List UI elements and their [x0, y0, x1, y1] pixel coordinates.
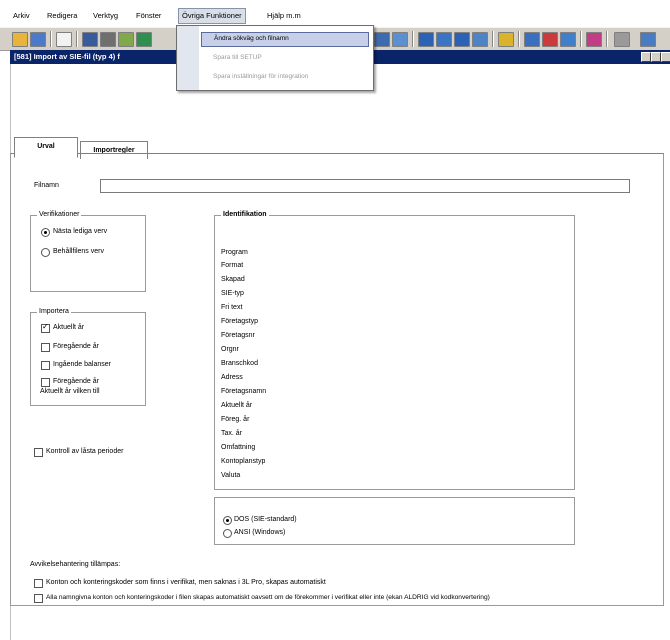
- id-field-foreg-ar: Föreg. år: [221, 416, 250, 423]
- check-aktuellt-ar-label: Aktuellt år: [53, 324, 85, 331]
- menu-ovriga-funktioner[interactable]: Övriga Funktioner: [178, 8, 246, 24]
- menu-arkiv[interactable]: Arkiv: [10, 9, 33, 23]
- id-field-branschkod: Branschkod: [221, 360, 258, 367]
- menu-fonster[interactable]: Fönster: [133, 9, 164, 23]
- filename-label: Filnamn: [34, 182, 59, 189]
- close-icon[interactable]: [661, 52, 670, 62]
- check-avvikelse-2-label: Alla namngivna konton och konteringskode…: [46, 594, 490, 601]
- id-field-skapad: Skapad: [221, 276, 245, 283]
- id-field-sie-typ: SIE-typ: [221, 290, 244, 297]
- importera-group: Importera Aktuellt år Föregående år Ingå…: [30, 308, 146, 406]
- check-foregaende-ar-label: Föregående år: [53, 343, 99, 350]
- radio-dos-label: DOS (SIE-standard): [234, 516, 297, 523]
- check-foregaende-ar[interactable]: [41, 343, 50, 352]
- verifikationer-title: Verifikationer: [37, 211, 82, 218]
- window-icon[interactable]: [30, 32, 46, 47]
- new-document-icon[interactable]: [56, 32, 72, 47]
- lightbulb-icon[interactable]: [498, 32, 514, 47]
- check-avvikelse-1[interactable]: [34, 579, 43, 588]
- tab-urval[interactable]: Urval: [14, 137, 78, 158]
- check-ingaende-balanser-label: Ingående balanser: [53, 361, 111, 368]
- check-foregaende-ar-2[interactable]: [41, 378, 50, 387]
- layout-icon[interactable]: [418, 32, 434, 47]
- maximize-icon[interactable]: [651, 52, 661, 62]
- id-field-format: Format: [221, 262, 244, 269]
- columns-icon[interactable]: [454, 32, 470, 47]
- id-field-fri-text: Fri text: [221, 304, 243, 311]
- check-kontroll-lasta-label: Kontroll av låsta perioder: [46, 448, 124, 455]
- check-foregaende-ar-2-sublabel: Aktuellt år vilken till: [40, 388, 100, 395]
- chart-icon[interactable]: [560, 32, 576, 47]
- id-field-foretagsnr: Företagsnr: [221, 332, 255, 339]
- menu-item-spara-integration[interactable]: Spara inställningar för integration: [213, 73, 308, 80]
- check-kontroll-lasta[interactable]: [34, 448, 43, 457]
- mail-icon[interactable]: [542, 32, 558, 47]
- id-field-adress: Adress: [221, 374, 243, 381]
- radio-nasta-lediga-label: Nästa lediga verv: [53, 228, 108, 235]
- check-ingaende-balanser[interactable]: [41, 361, 50, 370]
- help-icon[interactable]: [614, 32, 630, 47]
- radio-behall-filens[interactable]: [41, 248, 50, 257]
- grid-icon[interactable]: [374, 32, 390, 47]
- menu-item-spara-setup[interactable]: Spara till SETUP: [213, 54, 262, 61]
- radio-ansi[interactable]: [223, 529, 232, 538]
- tools-icon[interactable]: [586, 32, 602, 47]
- menu-redigera[interactable]: Redigera: [44, 9, 80, 23]
- id-field-foretagstyp: Företagstyp: [221, 318, 258, 325]
- id-field-tax-ar: Tax. år: [221, 430, 243, 437]
- dropdown-menu-ovriga: Ändra sökväg och filnamn Spara till SETU…: [176, 25, 374, 91]
- id-field-orgnr: Orgnr: [221, 346, 239, 353]
- identifikation-title: Identifikation: [221, 211, 269, 218]
- check-foregaende-ar-2-label: Föregående år: [53, 378, 99, 385]
- image-icon[interactable]: [136, 32, 152, 47]
- print-icon[interactable]: [100, 32, 116, 47]
- radio-dos[interactable]: [223, 516, 232, 525]
- radio-behall-filens-label: Behållfilens verv: [53, 248, 104, 255]
- menu-item-andra-sokvag-label: Ändra sökväg och filnamn: [214, 35, 289, 42]
- calendar-icon[interactable]: [524, 32, 540, 47]
- menu-icon-strip: [177, 26, 199, 90]
- id-field-omfattning: Omfattning: [221, 444, 256, 451]
- id-field-program: Program: [221, 249, 248, 256]
- id-field-valuta: Valuta: [221, 472, 241, 479]
- check-avvikelse-1-label: Konton och konteringskoder som finns i v…: [46, 579, 326, 586]
- id-field-aktuellt-ar: Aktuellt år: [221, 402, 253, 409]
- menu-bar: Arkiv Redigera Verktyg Fönster Övriga Fu…: [0, 0, 670, 26]
- save-icon[interactable]: [82, 32, 98, 47]
- filename-input[interactable]: [100, 179, 630, 193]
- charset-group: DOS (SIE-standard) ANSI (Windows): [214, 497, 575, 545]
- exit-icon[interactable]: [640, 32, 656, 47]
- avvikelse-title: Avvikelsehantering tillämpas:: [30, 561, 121, 568]
- radio-nasta-lediga[interactable]: [41, 228, 50, 237]
- importera-title: Importera: [37, 308, 71, 315]
- radio-ansi-label: ANSI (Windows): [234, 529, 286, 536]
- table-icon[interactable]: [392, 32, 408, 47]
- minimize-icon[interactable]: [641, 52, 651, 62]
- identifikation-group: Identifikation Program Format Skapad SIE…: [214, 211, 575, 490]
- menu-verktyg[interactable]: Verktyg: [90, 9, 121, 23]
- id-field-kontoplanstyp: Kontoplanstyp: [221, 458, 266, 465]
- verifikationer-group: Verifikationer Nästa lediga verv Behållf…: [30, 211, 146, 292]
- split-icon[interactable]: [436, 32, 452, 47]
- rows-icon[interactable]: [472, 32, 488, 47]
- window-title: [581] Import av SIE-fil (typ 4) f: [14, 52, 120, 61]
- menu-hjalp[interactable]: Hjälp m.m: [264, 9, 304, 23]
- preview-icon[interactable]: [118, 32, 134, 47]
- menu-item-andra-sokvag[interactable]: Ändra sökväg och filnamn: [201, 32, 369, 47]
- check-avvikelse-2[interactable]: [34, 594, 43, 603]
- open-icon[interactable]: [12, 32, 28, 47]
- id-field-foretagsnamn: Företagsnamn: [221, 388, 267, 395]
- check-aktuellt-ar[interactable]: [41, 322, 50, 333]
